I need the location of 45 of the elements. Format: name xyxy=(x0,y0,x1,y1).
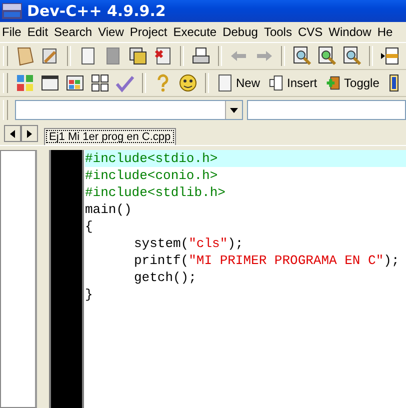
code-line: { xyxy=(85,218,94,235)
goto-line-icon[interactable] xyxy=(380,46,400,66)
insert-button[interactable]: Insert xyxy=(266,74,320,92)
tiles-icon[interactable] xyxy=(15,73,35,93)
app-icon xyxy=(2,3,22,19)
file-tab[interactable]: Ej1 Mi 1er prog en C.cpp xyxy=(44,128,176,145)
code-line: getch(); xyxy=(133,269,198,286)
menu-item[interactable]: View xyxy=(98,25,129,39)
menu-item[interactable]: Project xyxy=(130,25,172,39)
window-title: Dev-C++ 4.9.9.2 xyxy=(27,2,166,20)
new-button[interactable]: New xyxy=(215,74,264,92)
toggle-button[interactable]: Toggle xyxy=(323,74,382,92)
menu-item[interactable]: File xyxy=(2,25,26,39)
grid-icon[interactable] xyxy=(90,73,110,93)
menu-item[interactable]: Debug xyxy=(222,25,263,39)
code-line: #include<stdlib.h> xyxy=(85,184,226,201)
window-icon[interactable] xyxy=(40,73,60,93)
menu-item[interactable]: Tools xyxy=(264,25,297,39)
search-icon[interactable] xyxy=(342,46,362,66)
close-file-icon[interactable] xyxy=(153,46,173,66)
code-line: main() xyxy=(85,201,133,218)
menu-item[interactable]: Edit xyxy=(27,25,54,39)
check-icon[interactable] xyxy=(115,73,135,93)
project-icon[interactable] xyxy=(15,46,35,66)
smiley-icon[interactable] xyxy=(178,73,198,93)
menu-item[interactable]: Execute xyxy=(173,25,222,39)
code-line: printf("MI PRIMER PROGRAMA EN C"); xyxy=(133,252,400,269)
member-dropdown[interactable] xyxy=(247,100,406,120)
menu-item[interactable]: Window xyxy=(328,25,376,39)
search-icon[interactable] xyxy=(317,46,337,66)
scroll-right-icon[interactable] xyxy=(21,125,38,142)
code-line: system("cls"); xyxy=(133,235,244,252)
code-line: } xyxy=(85,286,94,303)
menu-item[interactable]: He xyxy=(377,25,398,39)
save-icon[interactable] xyxy=(128,46,148,66)
menu-item[interactable]: CVS xyxy=(298,25,328,39)
color-window-icon[interactable] xyxy=(65,73,85,93)
code-line: #include<conio.h> xyxy=(85,167,219,184)
add-bookmark-icon xyxy=(326,74,340,92)
scroll-left-icon[interactable] xyxy=(4,125,21,142)
search-icon[interactable] xyxy=(292,46,312,66)
print-icon[interactable] xyxy=(191,46,211,66)
pages-icon xyxy=(269,74,284,92)
menu-item[interactable]: Search xyxy=(54,25,98,39)
page-icon xyxy=(218,74,232,92)
